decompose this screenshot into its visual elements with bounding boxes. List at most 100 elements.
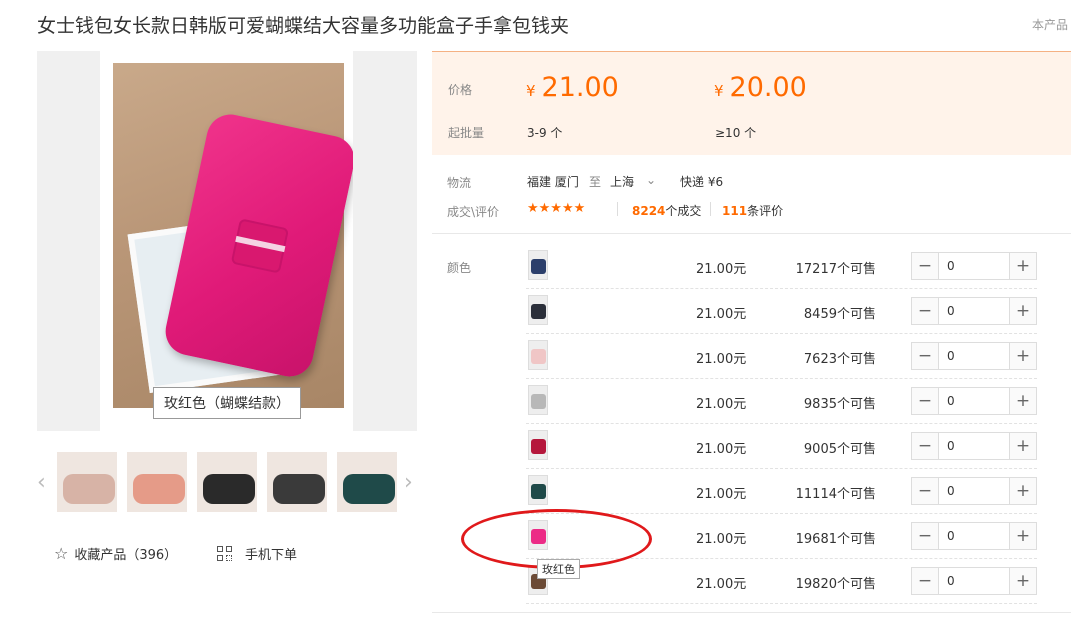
quantity-stepper: −0 +: [911, 387, 1037, 415]
sku-swatch-image[interactable]: [528, 295, 548, 325]
quantity-input[interactable]: 0: [938, 253, 1010, 279]
sku-price: 21.00元: [696, 397, 747, 412]
shipping-fee: 快递 ¥6: [680, 175, 724, 189]
rating-stars: ★★★★★: [527, 201, 586, 216]
quantity-stepper: −0 +: [911, 342, 1037, 370]
sku-price: 21.00元: [696, 442, 747, 457]
minus-button[interactable]: −: [912, 388, 938, 414]
sku-row: 21.00元 9005个可售 −0 +: [526, 424, 1037, 469]
quantity-input[interactable]: 0: [938, 568, 1010, 594]
plus-button[interactable]: +: [1010, 388, 1036, 414]
sku-swatch-color: [531, 439, 546, 454]
sku-row: 21.00元 17217个可售 −0 +: [526, 244, 1037, 289]
sku-stock: 19681个可售: [795, 532, 876, 547]
main-image-panel: 玫红色（蝴蝶结款）: [37, 51, 417, 431]
plus-button[interactable]: +: [1010, 433, 1036, 459]
moq-label: 起批量: [448, 126, 485, 140]
qr-code-icon: [217, 545, 233, 562]
sku-swatch-color: [531, 394, 546, 409]
sku-swatch-image[interactable]: [528, 250, 548, 280]
favorite-label: 收藏产品（396）: [74, 548, 178, 563]
sku-swatch-color: [531, 259, 546, 274]
thumbnail[interactable]: [197, 452, 257, 512]
minus-button[interactable]: −: [912, 343, 938, 369]
sku-stock: 19820个可售: [795, 577, 876, 592]
sku-row: 21.00元 8459个可售 −0 +: [526, 289, 1037, 334]
sku-price: 21.00元: [696, 352, 747, 367]
thumbnail[interactable]: [267, 452, 327, 512]
deals-count[interactable]: 8224个成交: [632, 202, 701, 219]
sku-swatch-color: [531, 304, 546, 319]
destination-select[interactable]: 上海 ⌄: [610, 173, 656, 190]
sku-swatch-image[interactable]: [528, 475, 548, 505]
quantity-input[interactable]: 0: [938, 433, 1010, 459]
chevron-down-icon: ⌄: [646, 173, 657, 187]
quantity-input[interactable]: 0: [938, 298, 1010, 324]
plus-button[interactable]: +: [1010, 523, 1036, 549]
divider: [617, 202, 618, 216]
quantity-stepper: −0 +: [911, 297, 1037, 325]
sku-swatch-color: [531, 484, 546, 499]
sku-swatch-image[interactable]: [528, 430, 548, 460]
sku-stock: 17217个可售: [795, 262, 876, 277]
quantity-stepper: −0 +: [911, 252, 1037, 280]
minus-button[interactable]: −: [912, 253, 938, 279]
sku-row: 21.00元 19820个可售 −0 +: [526, 559, 1037, 604]
minus-button[interactable]: −: [912, 523, 938, 549]
minus-button[interactable]: −: [912, 568, 938, 594]
plus-button[interactable]: +: [1010, 343, 1036, 369]
sku-stock: 8459个可售: [803, 307, 876, 322]
sku-swatch-image[interactable]: [528, 385, 548, 415]
minus-button[interactable]: −: [912, 433, 938, 459]
sku-price: 21.00元: [696, 532, 747, 547]
plus-button[interactable]: +: [1010, 253, 1036, 279]
quantity-input[interactable]: 0: [938, 343, 1010, 369]
sku-price: 21.00元: [696, 577, 747, 592]
quantity-input[interactable]: 0: [938, 523, 1010, 549]
sku-tooltip: 玫红色: [537, 559, 580, 579]
section-divider: [432, 612, 1071, 613]
sku-price: 21.00元: [696, 262, 747, 277]
sku-swatch-color: [531, 349, 546, 364]
plus-button[interactable]: +: [1010, 568, 1036, 594]
thumbnail[interactable]: [57, 452, 117, 512]
mobile-order-label: 手机下单: [245, 548, 298, 563]
reviews-label: 成交\评价: [447, 205, 500, 219]
minus-button[interactable]: −: [912, 478, 938, 504]
sku-stock: 7623个可售: [803, 352, 876, 367]
corner-notice: 本产品: [1032, 18, 1069, 32]
quantity-input[interactable]: 0: [938, 478, 1010, 504]
sku-price: 21.00元: [696, 307, 747, 322]
quantity-stepper: −0 +: [911, 567, 1037, 595]
favorite-button[interactable]: ☆ 收藏产品（396）: [54, 544, 177, 563]
image-caption: 玫红色（蝴蝶结款）: [153, 387, 301, 419]
minus-button[interactable]: −: [912, 298, 938, 324]
sku-price: 21.00元: [696, 487, 747, 502]
sku-stock: 11114个可售: [795, 487, 876, 502]
sku-swatch-image[interactable]: [528, 340, 548, 370]
sku-stock: 9835个可售: [803, 397, 876, 412]
plus-button[interactable]: +: [1010, 298, 1036, 324]
sku-row: 21.00元 7623个可售 −0 +: [526, 334, 1037, 379]
mobile-order-button[interactable]: 手机下单: [217, 544, 297, 563]
price-label: 价格: [448, 83, 473, 97]
color-label: 颜色: [447, 261, 472, 275]
logistics-label: 物流: [447, 176, 472, 190]
logistics-from: 福建 厦门: [527, 175, 579, 189]
quantity-stepper: −0 +: [911, 522, 1037, 550]
tier-range: 3-9 个: [527, 126, 563, 140]
logistics-to-word: 至: [589, 175, 602, 189]
divider: [710, 202, 711, 216]
star-outline-icon: ☆: [54, 544, 69, 563]
product-title: 女士钱包女长款日韩版可爱蝴蝶结大容量多功能盒子手拿包钱夹: [37, 15, 570, 37]
thumbnail[interactable]: [337, 452, 397, 512]
thumbnail[interactable]: [127, 452, 187, 512]
sku-stock: 9005个可售: [803, 442, 876, 457]
plus-button[interactable]: +: [1010, 478, 1036, 504]
quantity-input[interactable]: 0: [938, 388, 1010, 414]
price-box: 价格 起批量 ¥21.00 3-9 个 ¥20.00 ≥10 个: [432, 51, 1071, 155]
prev-thumb-arrow-icon[interactable]: ‹: [37, 470, 46, 495]
quantity-stepper: −0 +: [911, 477, 1037, 505]
next-thumb-arrow-icon[interactable]: ›: [404, 470, 413, 495]
review-count[interactable]: 111条评价: [722, 202, 783, 219]
